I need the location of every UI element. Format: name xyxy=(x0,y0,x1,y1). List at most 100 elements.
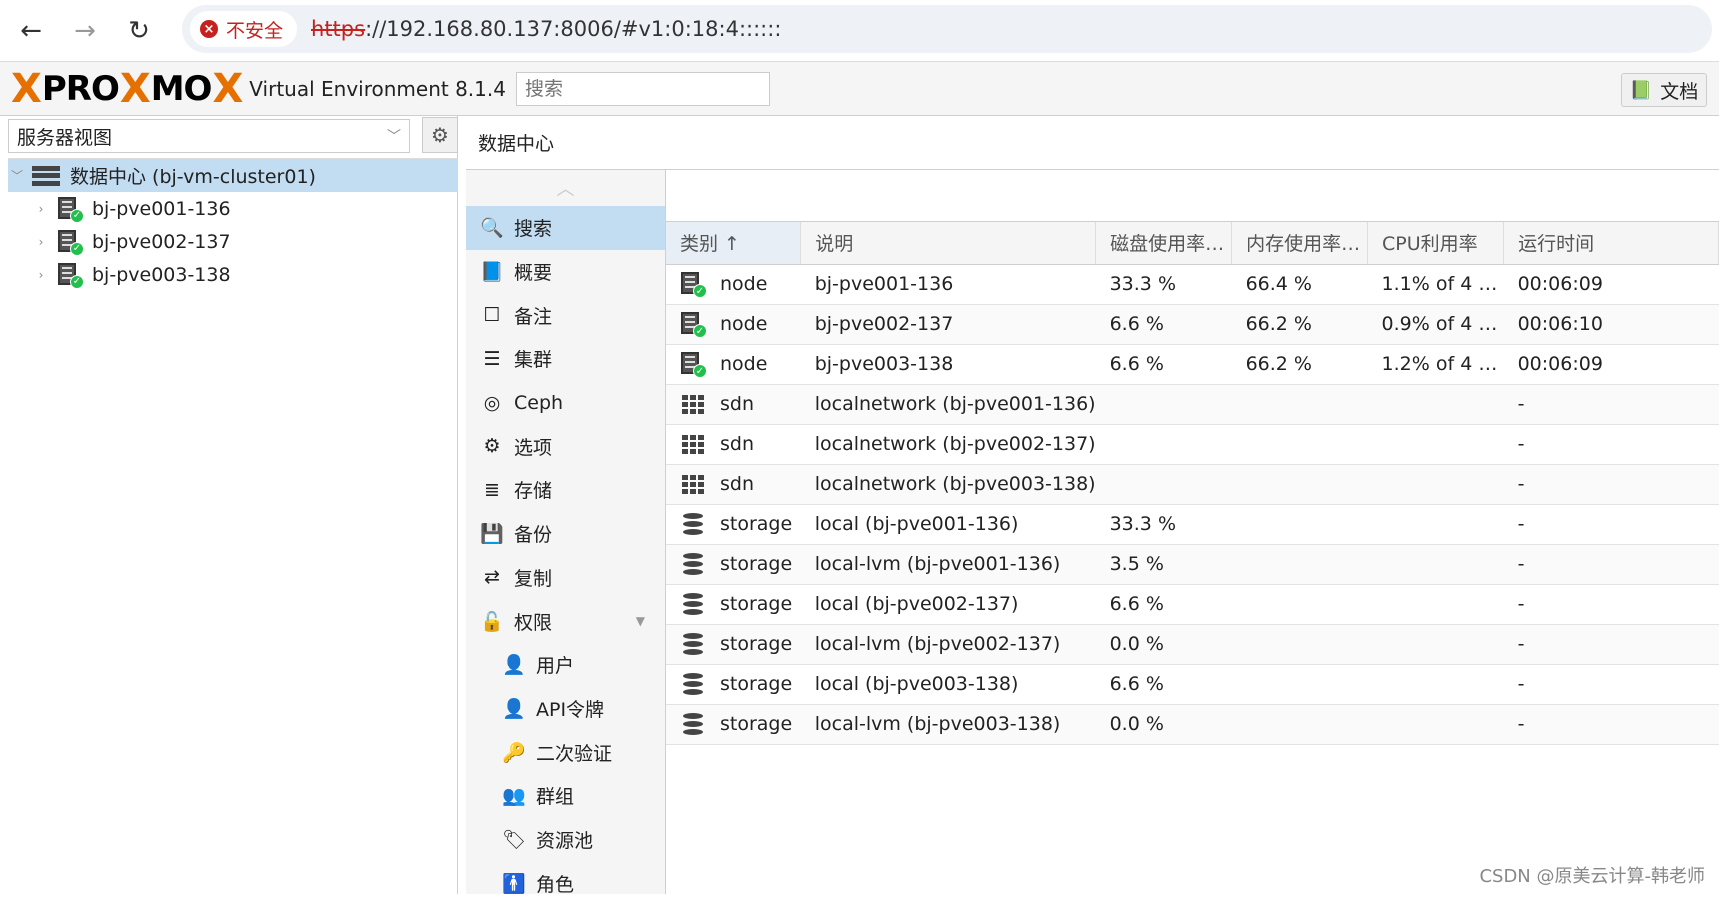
mem-cell: 66.2 % xyxy=(1232,344,1368,384)
tree-settings-button[interactable]: ⚙ xyxy=(422,117,458,153)
documentation-button[interactable]: 📗 文档 xyxy=(1621,73,1707,107)
column-header[interactable]: 运行时间 xyxy=(1504,222,1719,264)
logo-x-end: X xyxy=(212,66,242,112)
table-row[interactable]: storagelocal (bj-pve003-138)6.6 %- xyxy=(666,664,1719,704)
database-icon: ≣ xyxy=(480,479,504,501)
reload-icon[interactable]: ↻ xyxy=(112,4,166,58)
table-row[interactable]: sdnlocalnetwork (bj-pve003-138)- xyxy=(666,464,1719,504)
desc-cell: bj-pve002-137 xyxy=(801,304,1096,344)
server-online-icon: ✓ xyxy=(58,230,82,254)
column-header[interactable]: 说明 xyxy=(801,222,1096,264)
table-row[interactable]: sdnlocalnetwork (bj-pve002-137)- xyxy=(666,424,1719,464)
back-icon[interactable]: ← xyxy=(4,4,58,58)
chevron-down-icon: ﹀ xyxy=(387,126,401,146)
menu-item-retweet[interactable]: ⇄复制 xyxy=(466,556,665,600)
disk-cell: 33.3 % xyxy=(1096,504,1232,544)
mem-cell xyxy=(1232,704,1368,744)
table-row[interactable]: ✓nodebj-pve003-1386.6 %66.2 %1.2% of 4 …… xyxy=(666,344,1719,384)
caret-down-icon[interactable]: ▼ xyxy=(636,614,645,628)
type-cell: storage xyxy=(666,624,801,664)
disk-cell xyxy=(1096,464,1232,504)
menu-subitem-users[interactable]: 👥群组 xyxy=(466,774,665,818)
type-cell: sdn xyxy=(666,384,801,424)
address-bar[interactable]: × 不安全 https://192.168.80.137:8006/#v1:0:… xyxy=(182,5,1712,53)
column-header[interactable]: 类别 ↑ xyxy=(666,222,801,264)
table-row[interactable]: storagelocal-lvm (bj-pve002-137)0.0 %- xyxy=(666,624,1719,664)
type-label: storage xyxy=(720,673,792,695)
desc-cell: bj-pve003-138 xyxy=(801,344,1096,384)
collapse-icon[interactable]: ﹀ xyxy=(8,167,26,184)
menu-subitem-tags[interactable]: 🏷 资源池 xyxy=(466,818,665,862)
mem-cell: 66.2 % xyxy=(1232,304,1368,344)
mem-cell xyxy=(1232,424,1368,464)
security-indicator[interactable]: × 不安全 xyxy=(190,11,297,47)
breadcrumb: 数据中心 xyxy=(466,116,1719,170)
table-row[interactable]: storagelocal-lvm (bj-pve003-138)0.0 %- xyxy=(666,704,1719,744)
tree-node[interactable]: › ✓ bj-pve003-138 xyxy=(8,258,458,291)
menu-item-book[interactable]: 📘概要 xyxy=(466,250,665,294)
column-header[interactable]: 磁盘使用率… xyxy=(1096,222,1232,264)
table-row[interactable]: sdnlocalnetwork (bj-pve001-136)- xyxy=(666,384,1719,424)
cpu-cell xyxy=(1368,504,1504,544)
unlock-icon: 🔓 xyxy=(480,610,504,633)
tree-node[interactable]: › ✓ bj-pve002-137 xyxy=(8,225,458,258)
menu-subitem-key[interactable]: 🔑二次验证 xyxy=(466,730,665,774)
menu-subitem-male[interactable]: 🚹角色 xyxy=(466,861,665,905)
type-label: storage xyxy=(720,633,792,655)
uptime-cell: - xyxy=(1504,464,1719,504)
mem-cell xyxy=(1232,384,1368,424)
menu-item-database[interactable]: ≣存储 xyxy=(466,468,665,512)
menu-item-ceph[interactable]: ◎Ceph xyxy=(466,381,665,425)
menu-subitem-user[interactable]: 👤用户 xyxy=(466,643,665,687)
expand-icon[interactable]: › xyxy=(32,268,50,282)
cluster-icon: ☰ xyxy=(480,348,504,370)
table-row[interactable]: storagelocal-lvm (bj-pve001-136)3.5 %- xyxy=(666,544,1719,584)
server-online-icon: ✓ xyxy=(680,352,706,376)
forward-icon[interactable]: → xyxy=(58,4,112,58)
config-menu: ︿ 🔍搜索📘概要☐备注 ☰ 集群 ◎Ceph⚙选项≣存储💾备份⇄复制🔓权限▼👤用户👤A… xyxy=(466,170,666,894)
table-row[interactable]: storagelocal (bj-pve002-137)6.6 %- xyxy=(666,584,1719,624)
menu-item-gear[interactable]: ⚙选项 xyxy=(466,424,665,468)
table-row[interactable]: storagelocal (bj-pve001-136)33.3 %- xyxy=(666,504,1719,544)
logo-x-mark: X xyxy=(11,66,41,112)
view-selector[interactable]: 服务器视图 ﹀ xyxy=(8,119,410,153)
menu-item-floppy[interactable]: 💾备份 xyxy=(466,512,665,556)
view-selector-value: 服务器视图 xyxy=(17,123,112,150)
cpu-cell: 1.1% of 4 … xyxy=(1368,264,1504,304)
app-header: XPROXMOX Virtual Environment 8.1.4 📗 文档 xyxy=(0,62,1719,116)
table-row[interactable]: ✓nodebj-pve001-13633.3 %66.4 %1.1% of 4 … xyxy=(666,264,1719,304)
tree-node[interactable]: › ✓ bj-pve001-136 xyxy=(8,192,458,225)
menu-item-label: 集群 xyxy=(514,345,552,372)
column-header[interactable]: 内存使用率… xyxy=(1232,222,1368,264)
column-header[interactable]: CPU利用率 xyxy=(1368,222,1504,264)
retweet-icon: ⇄ xyxy=(480,566,504,588)
mem-cell xyxy=(1232,584,1368,624)
disk-cell xyxy=(1096,384,1232,424)
menu-item-note[interactable]: ☐备注 xyxy=(466,293,665,337)
menu-item-cluster[interactable]: ☰ 集群 xyxy=(466,337,665,381)
menu-subitem-user-outline[interactable]: 👤API令牌 xyxy=(466,687,665,731)
cpu-cell xyxy=(1368,384,1504,424)
floppy-icon: 💾 xyxy=(480,522,504,545)
menu-item-unlock[interactable]: 🔓权限▼ xyxy=(466,599,665,643)
expand-icon[interactable]: › xyxy=(32,202,50,216)
desc-cell: localnetwork (bj-pve002-137) xyxy=(801,424,1096,464)
proxmox-logo[interactable]: XPROXMOX xyxy=(10,66,243,112)
url-text[interactable]: https://192.168.80.137:8006/#v1:0:18:4::… xyxy=(311,17,781,41)
gear-icon: ⚙ xyxy=(431,123,449,147)
menu-subitem-label: API令牌 xyxy=(536,695,604,722)
server-online-icon: ✓ xyxy=(58,263,82,287)
tree-datacenter[interactable]: ﹀ 数据中心 (bj-vm-cluster01) xyxy=(8,159,458,192)
mem-cell xyxy=(1232,464,1368,504)
menu-item-search[interactable]: 🔍搜索 xyxy=(466,206,665,250)
global-search-input[interactable] xyxy=(516,72,770,106)
scroll-up-icon[interactable]: ︿ xyxy=(466,170,665,206)
expand-icon[interactable]: › xyxy=(32,235,50,249)
tags-icon: 🏷 xyxy=(502,828,526,851)
warning-icon: × xyxy=(200,20,218,38)
uptime-cell: - xyxy=(1504,584,1719,624)
menu-item-label: 概要 xyxy=(514,258,552,285)
table-row[interactable]: ✓nodebj-pve002-1376.6 %66.2 %0.9% of 4 …… xyxy=(666,304,1719,344)
desc-cell: localnetwork (bj-pve003-138) xyxy=(801,464,1096,504)
menu-subitem-label: 资源池 xyxy=(536,826,593,853)
